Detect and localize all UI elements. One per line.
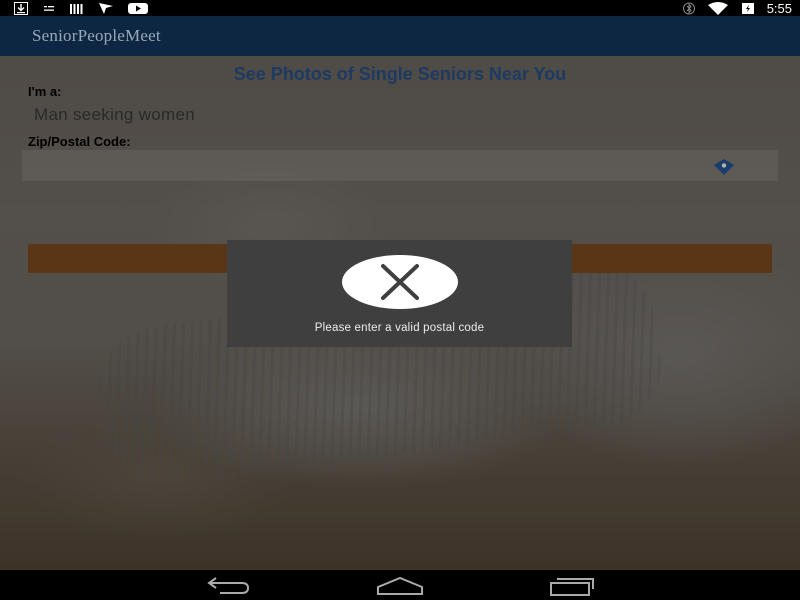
status-bar: 5:55 <box>0 0 800 16</box>
toast-message: Please enter a valid postal code <box>314 322 485 334</box>
screen: 5:55 SeniorPeopleMeet See Photos of Sing… <box>0 0 800 600</box>
battery-icon <box>741 2 754 14</box>
home-icon[interactable] <box>375 575 425 597</box>
seeking-value: Man seeking women <box>34 105 196 124</box>
zip-input[interactable] <box>22 150 778 181</box>
signal-bars-icon <box>70 3 83 14</box>
seeking-label: I'm a: <box>28 84 62 99</box>
back-icon[interactable] <box>204 575 254 597</box>
app-title: SeniorPeopleMeet <box>32 26 161 45</box>
zip-label: Zip/Postal Code: <box>28 134 131 149</box>
form-heading: See Photos of Single Seniors Near You <box>233 64 567 84</box>
system-icons: 5:55 <box>682 0 792 16</box>
content-area: See Photos of Single Seniors Near You I'… <box>0 56 800 570</box>
nav-arrow-icon <box>99 2 113 14</box>
close-x-icon <box>342 255 458 309</box>
seeking-dropdown[interactable]: Man seeking women <box>22 100 322 130</box>
youtube-icon <box>128 2 148 14</box>
download-icon <box>14 1 28 15</box>
clock: 5:55 <box>766 0 792 16</box>
bluetooth-icon <box>682 2 695 14</box>
notification-icons <box>14 1 148 15</box>
app-bar: SeniorPeopleMeet <box>0 16 800 56</box>
recents-icon[interactable] <box>547 575 597 597</box>
location-icon[interactable] <box>714 159 734 175</box>
wifi-icon <box>707 1 728 15</box>
navigation-bar <box>0 570 800 600</box>
error-toast: Please enter a valid postal code <box>227 240 572 347</box>
sim-icon <box>44 5 54 11</box>
